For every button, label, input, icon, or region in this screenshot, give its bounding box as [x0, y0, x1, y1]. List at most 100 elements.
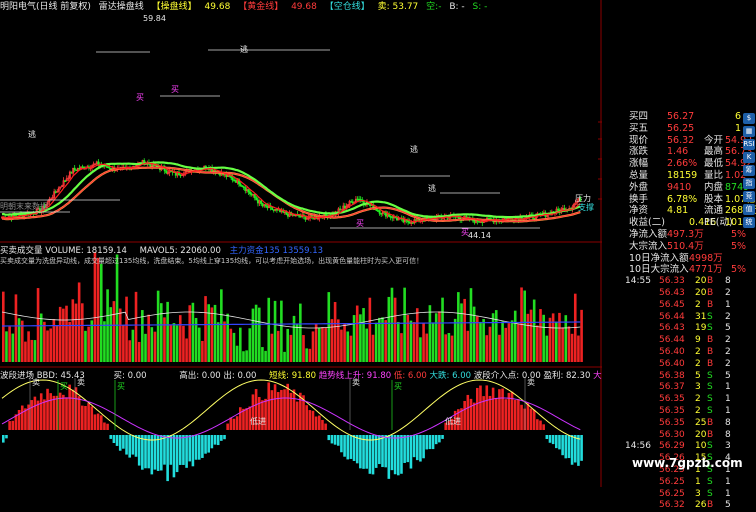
indicator-red-bar — [529, 408, 533, 430]
volume-bar — [141, 310, 144, 362]
indicator-red-bar — [242, 408, 245, 430]
volume-bar — [444, 334, 447, 362]
volume-bar — [400, 333, 403, 362]
volume-bar — [128, 340, 131, 362]
volume-bar — [276, 330, 280, 362]
indicator-red-bar — [485, 385, 489, 430]
toolbar-button[interactable]: 筹 — [743, 165, 755, 176]
toolbar-button[interactable]: 值 — [743, 204, 755, 215]
indicator-cyan-bar — [438, 435, 441, 443]
indicator-red-bar — [305, 405, 308, 430]
volume-bar — [118, 308, 122, 362]
volume-bar — [412, 322, 416, 362]
tick-price: 56.33 — [659, 276, 685, 287]
toolbar-button[interactable]: 统 — [743, 217, 755, 228]
tick-price: 56.37 — [659, 382, 685, 393]
tick-direction: B — [707, 500, 714, 511]
candle-body — [340, 208, 343, 211]
volume-bar — [185, 338, 188, 362]
volume-bar — [580, 309, 583, 362]
stat-row: 净资 4.81 流通 2680万 — [603, 205, 756, 217]
candle-body — [179, 174, 182, 177]
toolbar-button[interactable]: 竞 — [743, 191, 755, 202]
volume-bar — [131, 329, 135, 362]
toolbar-button[interactable]: K — [743, 152, 755, 163]
volume-bar — [122, 325, 125, 362]
volume-bar — [220, 289, 223, 362]
indicator-red-bar — [71, 389, 75, 430]
indicator-red-bar — [90, 406, 94, 430]
volume-bar — [239, 327, 242, 362]
candle-body — [149, 163, 152, 167]
tick-row: 56.38 5 S 5 — [603, 371, 756, 383]
indicator-red-bar — [504, 399, 508, 430]
trend-line-value: 趋势线上升: 91.80 — [318, 371, 392, 381]
volume-bar — [548, 317, 552, 362]
indicator-cyan-bar — [223, 435, 226, 440]
stat-value: 1.46 — [667, 146, 689, 158]
buy-label: 买 — [356, 219, 364, 228]
volume-bar — [346, 331, 350, 362]
volume-bar — [81, 303, 84, 362]
volume-bar — [188, 305, 192, 362]
volume-bar — [169, 325, 173, 362]
toolbar-button[interactable]: ▦ — [743, 126, 755, 137]
entry-point-value: 波段介入点: 0.00 — [473, 371, 541, 381]
volume-bar — [305, 348, 308, 362]
volume-bar — [267, 297, 271, 362]
right-side-toolbar[interactable]: $ ▦ RSI K 筹指竞值统 — [743, 111, 756, 371]
volume-bar — [264, 350, 267, 362]
indicator-cyan-bar — [178, 435, 182, 465]
volume-bar — [299, 303, 302, 362]
stat-label-2: 今开 — [704, 134, 724, 146]
bid-label: 买四 — [629, 111, 649, 122]
volume-bar — [434, 313, 438, 362]
tick-volume: 2 — [695, 405, 701, 416]
volume-bar — [419, 337, 422, 362]
stat-row: 换手 6.78% 股本 1.07亿 — [603, 194, 756, 206]
volume-bar — [362, 308, 365, 362]
toolbar-button[interactable]: $ — [743, 113, 755, 124]
candle-body — [378, 210, 381, 214]
indicator-red-bar — [526, 403, 530, 430]
volume-bar — [485, 335, 489, 362]
tick-count: 3 — [725, 441, 731, 452]
indicator-red-bar — [276, 392, 280, 430]
volume-bar — [17, 318, 21, 362]
profit-value: 盈利: 82.30 — [543, 371, 591, 381]
stat-label: 净资 — [629, 205, 649, 217]
tick-price: 56.43 — [659, 323, 685, 334]
candle-body — [351, 201, 354, 204]
stat-row: 大宗流入 510.4万 5% — [603, 241, 756, 253]
stat-value: 18159 — [667, 169, 698, 181]
volume-bar — [11, 333, 15, 362]
candle-body — [256, 199, 259, 204]
tick-price: 56.32 — [659, 500, 685, 511]
volume-bar — [166, 301, 169, 362]
indicator-red-bar — [321, 419, 324, 430]
volume-bar — [62, 308, 65, 362]
indicator-out: 出: 0.00 — [223, 371, 257, 381]
tick-direction: S — [707, 323, 713, 334]
volume-bar — [71, 299, 75, 362]
volume-bar — [529, 309, 533, 362]
volume-bar — [134, 291, 138, 362]
indicator-cyan-bar — [336, 435, 340, 446]
volume-bar — [270, 333, 274, 362]
indicator-red-bar — [229, 417, 233, 430]
volume-bar — [5, 331, 8, 362]
stat-value: 56.32 — [667, 134, 695, 146]
buy-label: 买 — [136, 93, 144, 102]
indicator-red-bar — [308, 410, 312, 430]
indicator-cyan-bar — [390, 435, 394, 471]
indicator-red-bar — [77, 396, 81, 430]
high-price-label: 59.84 — [143, 14, 166, 23]
tick-count: 1 — [725, 299, 731, 310]
toolbar-button[interactable]: RSI — [743, 139, 755, 150]
volume-bar — [482, 319, 485, 362]
toolbar-button[interactable]: 指 — [743, 178, 755, 189]
indicator-cyan-bar — [172, 435, 176, 478]
volume-bar — [415, 308, 419, 362]
stat-label: 收益(二) — [629, 217, 665, 229]
indicator-cyan-bar — [175, 435, 179, 473]
